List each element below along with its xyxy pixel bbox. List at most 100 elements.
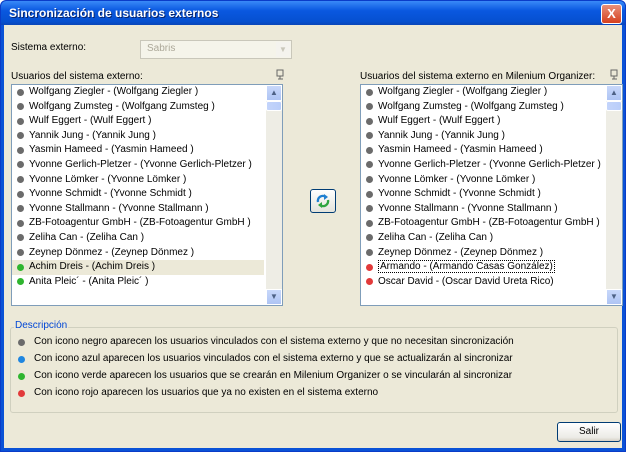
scroll-up-icon[interactable]: ▲ [606, 85, 622, 101]
external-users-list[interactable]: Wolfgang Ziegler - (Wolfgang Ziegler ) Wo… [11, 84, 283, 306]
list-item[interactable]: Oscar David - (Oscar David Ureta Rico) [361, 275, 604, 290]
list-item[interactable]: Yvonne Gerlich-Pletzer - (Yvonne Gerlich… [361, 158, 604, 173]
dialog-body: Sistema externo: Sabris ▼ Usuarios del s… [4, 25, 623, 448]
list-item-label: Zeynep Dönmez - (Zeynep Dönmez ) [29, 246, 195, 258]
left-list-scrollbar[interactable]: ▲ ▼ [266, 85, 282, 305]
list-item[interactable]: Yvonne Stallmann - (Yvonne Stallmann ) [12, 202, 264, 217]
list-item[interactable]: Yannik Jung - (Yannik Jung ) [361, 129, 604, 144]
list-item-label: ZB-Fotoagentur GmbH - (ZB-Fotoagentur Gm… [378, 217, 600, 229]
list-item[interactable]: Yvonne Lömker - (Yvonne Lömker ) [361, 173, 604, 188]
list-item[interactable]: Yasmin Hameed - (Yasmin Hameed ) [12, 143, 264, 158]
right-scroll-thumb[interactable] [606, 101, 622, 111]
status-dot-icon [366, 190, 373, 198]
status-dot-icon [17, 132, 24, 140]
status-dot-icon [17, 219, 24, 227]
list-item-label: Yvonne Lömker - (Yvonne Lömker ) [378, 173, 536, 185]
status-dot-icon [366, 132, 373, 140]
close-button[interactable]: X [601, 4, 622, 24]
list-item-label: Wolfgang Ziegler - (Wolfgang Ziegler ) [29, 86, 199, 97]
right-list-scrollbar[interactable]: ▲ ▼ [606, 85, 622, 305]
status-dot-icon [17, 263, 24, 271]
list-item[interactable]: Zeliha Can - (Zeliha Can ) [361, 231, 604, 246]
list-item[interactable]: Yvonne Lömker - (Yvonne Lömker ) [12, 173, 264, 188]
find-icon[interactable] [610, 69, 621, 80]
list-item-label: Wulf Eggert - (Wulf Eggert ) [378, 115, 501, 127]
list-item[interactable]: Wolfgang Zumsteg - (Wolfgang Zumsteg ) [12, 100, 264, 115]
list-item-label: Yvonne Schmidt - (Yvonne Schmidt ) [378, 188, 541, 200]
list-item-label: Yvonne Stallmann - (Yvonne Stallmann ) [29, 202, 209, 214]
sync-button[interactable] [310, 189, 336, 213]
status-dot-icon [366, 219, 373, 227]
list-item[interactable]: Wolfgang Ziegler - (Wolfgang Ziegler ) [361, 85, 604, 100]
status-dot-icon [18, 339, 25, 346]
status-dot-icon [366, 278, 373, 286]
legend-text: Con icono rojo aparecen los usuarios que… [34, 387, 379, 398]
status-dot-icon [18, 373, 25, 380]
list-item[interactable]: Yvonne Schmidt - (Yvonne Schmidt ) [12, 187, 264, 202]
status-dot-icon [17, 117, 24, 125]
status-dot-icon [17, 249, 24, 257]
list-item-label: Yvonne Schmidt - (Yvonne Schmidt ) [29, 188, 192, 200]
list-item[interactable]: ZB-Fotoagentur GmbH - (ZB-Fotoagentur Gm… [12, 216, 264, 231]
list-item[interactable]: Zeliha Can - (Zeliha Can ) [12, 231, 264, 246]
list-item[interactable]: Yvonne Gerlich-Pletzer - (Yvonne Gerlich… [12, 158, 264, 173]
list-item[interactable]: Anita Pleic´ - (Anita Pleic´ ) [12, 275, 264, 290]
sync-dialog-window: Sincronización de usuarios externos X Si… [0, 0, 626, 452]
exit-button[interactable]: Salir [557, 422, 621, 442]
list-item[interactable]: Wulf Eggert - (Wulf Eggert ) [12, 114, 264, 129]
status-dot-icon [366, 117, 373, 125]
status-dot-icon [17, 234, 24, 242]
list-item[interactable]: ZB-Fotoagentur GmbH - (ZB-Fotoagentur Gm… [361, 216, 604, 231]
list-item[interactable]: Achim Dreis - (Achim Dreis ) [12, 260, 264, 275]
list-item-label: Yvonne Gerlich-Pletzer - (Yvonne Gerlich… [378, 158, 601, 170]
list-item-label: Yannik Jung - (Yannik Jung ) [378, 129, 505, 141]
title-bar[interactable]: Sincronización de usuarios externos X [1, 1, 625, 25]
list-item-label: Yasmin Hameed - (Yasmin Hameed ) [378, 144, 543, 156]
scroll-up-icon[interactable]: ▲ [266, 85, 282, 101]
list-item-label: Wolfgang Ziegler - (Wolfgang Ziegler ) [378, 86, 548, 97]
list-item-label: ZB-Fotoagentur GmbH - (ZB-Fotoagentur Gm… [29, 217, 251, 229]
list-item[interactable]: Yvonne Schmidt - (Yvonne Schmidt ) [361, 187, 604, 202]
list-item[interactable]: Wolfgang Zumsteg - (Wolfgang Zumsteg ) [361, 100, 604, 115]
list-item[interactable]: Wolfgang Ziegler - (Wolfgang Ziegler ) [12, 85, 264, 100]
sync-arrows-icon [316, 194, 330, 208]
list-item-label: Wolfgang Zumsteg - (Wolfgang Zumsteg ) [29, 100, 215, 112]
scroll-down-icon[interactable]: ▼ [266, 289, 282, 305]
legend-text: Con icono negro aparecen los usuarios vi… [34, 336, 514, 347]
scroll-down-icon[interactable]: ▼ [606, 289, 622, 305]
status-dot-icon [366, 249, 373, 257]
left-list-label: Usuarios del sistema externo: [11, 71, 143, 82]
list-item[interactable]: Zeynep Dönmez - (Zeynep Dönmez ) [361, 246, 604, 261]
list-item-label: Zeynep Dönmez - (Zeynep Dönmez ) [378, 246, 544, 258]
status-dot-icon [366, 146, 373, 154]
organizer-users-list[interactable]: Wolfgang Ziegler - (Wolfgang Ziegler ) Wo… [360, 84, 623, 306]
list-item[interactable]: Yannik Jung - (Yannik Jung ) [12, 129, 264, 144]
legend-text: Con icono verde aparecen los usuarios qu… [34, 370, 513, 381]
list-item-label: Achim Dreis - (Achim Dreis ) [29, 261, 156, 273]
status-dot-icon [17, 176, 24, 184]
list-item[interactable]: Zeynep Dönmez - (Zeynep Dönmez ) [12, 246, 264, 261]
status-dot-icon [17, 146, 24, 154]
list-item-label: Yasmin Hameed - (Yasmin Hameed ) [29, 144, 194, 156]
list-item[interactable]: Armando - (Armando Casas González) [361, 260, 604, 275]
status-dot-icon [17, 190, 24, 198]
status-dot-icon [17, 161, 24, 169]
status-dot-icon [18, 390, 25, 397]
list-item-label: Anita Pleic´ - (Anita Pleic´ ) [29, 275, 149, 287]
list-item-label: Yvonne Gerlich-Pletzer - (Yvonne Gerlich… [29, 158, 252, 170]
list-item-label: Armando - (Armando Casas González) [378, 260, 555, 274]
chevron-down-icon[interactable]: ▼ [276, 42, 290, 57]
status-dot-icon [366, 176, 373, 184]
status-dot-icon [17, 88, 24, 96]
status-dot-icon [366, 161, 373, 169]
list-item-label: Oscar David - (Oscar David Ureta Rico) [378, 275, 554, 287]
external-system-select[interactable]: Sabris ▼ [140, 40, 292, 59]
list-item[interactable]: Wulf Eggert - (Wulf Eggert ) [361, 114, 604, 129]
list-item[interactable]: Yvonne Stallmann - (Yvonne Stallmann ) [361, 202, 604, 217]
external-system-value: Sabris [147, 43, 176, 54]
status-dot-icon [18, 356, 25, 363]
legend-title: Descripción [14, 320, 69, 331]
list-item[interactable]: Yasmin Hameed - (Yasmin Hameed ) [361, 143, 604, 158]
left-scroll-thumb[interactable] [266, 101, 282, 111]
find-icon[interactable] [276, 69, 287, 80]
